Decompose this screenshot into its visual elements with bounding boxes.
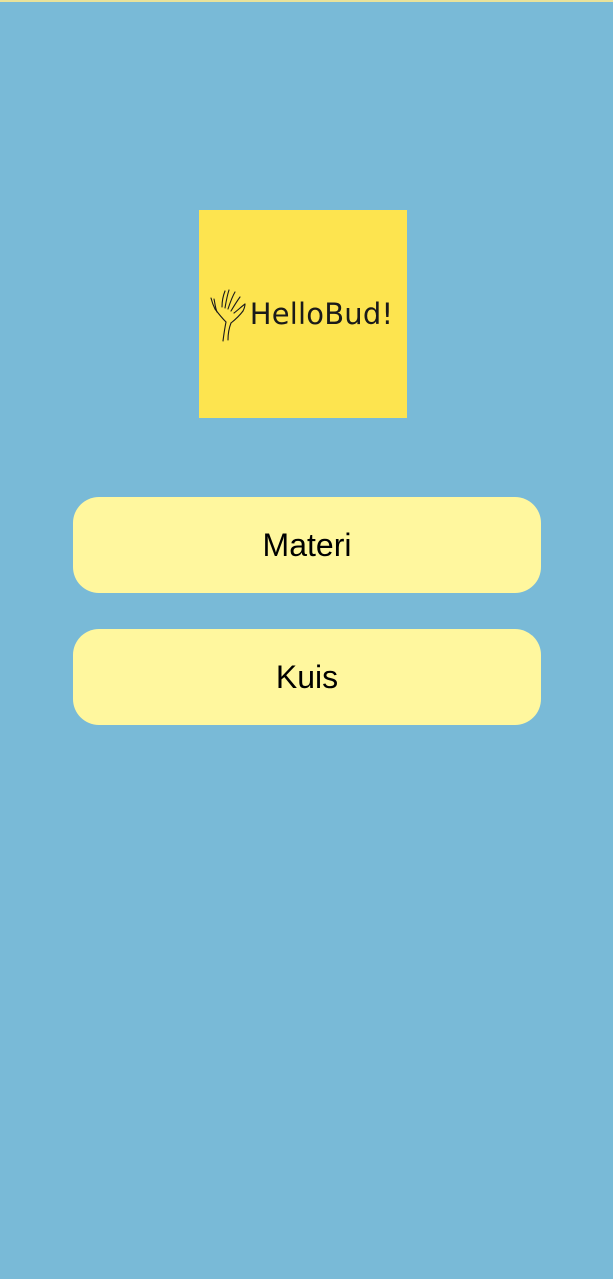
- materi-button-label: Materi: [262, 526, 352, 563]
- app-logo: HelloBud!: [199, 210, 407, 418]
- materi-button[interactable]: Materi: [73, 497, 541, 593]
- waving-hand-icon: [209, 285, 247, 343]
- status-strip: [0, 0, 613, 2]
- logo-lockup: HelloBud!: [209, 285, 394, 343]
- logo-text: HelloBud!: [249, 296, 394, 331]
- kuis-button-label: Kuis: [275, 658, 339, 695]
- kuis-button[interactable]: Kuis: [73, 629, 541, 725]
